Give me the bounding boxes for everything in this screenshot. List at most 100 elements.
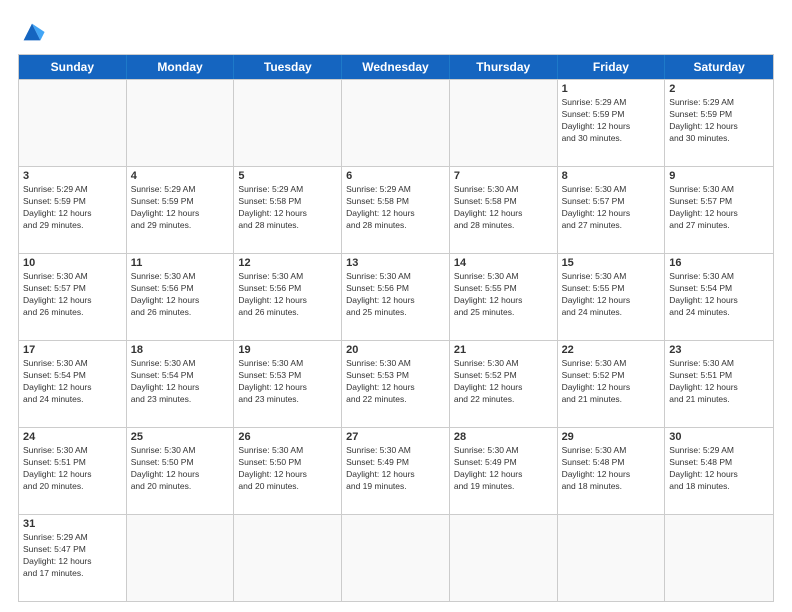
day-info: Sunrise: 5:30 AM Sunset: 5:52 PM Dayligh…: [454, 358, 553, 406]
day-number: 27: [346, 431, 445, 443]
calendar-row-4: 24 Sunrise: 5:30 AM Sunset: 5:51 PM Dayli…: [19, 427, 773, 514]
day-number: 29: [562, 431, 661, 443]
day-number: 15: [562, 257, 661, 269]
weekday-header-saturday: Saturday: [665, 55, 773, 79]
header: [18, 18, 774, 46]
page: SundayMondayTuesdayWednesdayThursdayFrid…: [0, 0, 792, 612]
logo: [18, 18, 50, 46]
day-info: Sunrise: 5:30 AM Sunset: 5:51 PM Dayligh…: [669, 358, 769, 406]
day-number: 7: [454, 170, 553, 182]
calendar-cell-empty: [558, 515, 666, 601]
calendar-row-5: 31Sunrise: 5:29 AM Sunset: 5:47 PM Dayli…: [19, 514, 773, 601]
day-info: Sunrise: 5:30 AM Sunset: 5:53 PM Dayligh…: [346, 358, 445, 406]
calendar-cell-day-9: 9 Sunrise: 5:30 AM Sunset: 5:57 PM Daylig…: [665, 167, 773, 253]
calendar-cell-empty: [19, 80, 127, 166]
calendar-cell-day-29: 29Sunrise: 5:30 AM Sunset: 5:48 PM Dayli…: [558, 428, 666, 514]
calendar-row-1: 3Sunrise: 5:29 AM Sunset: 5:59 PM Daylig…: [19, 166, 773, 253]
day-number: 17: [23, 344, 122, 356]
calendar-cell-day-16: 16Sunrise: 5:30 AM Sunset: 5:54 PM Dayli…: [665, 254, 773, 340]
day-number: 13: [346, 257, 445, 269]
calendar-cell-empty: [127, 515, 235, 601]
day-number: 11: [131, 257, 230, 269]
calendar-cell-day-3: 3Sunrise: 5:29 AM Sunset: 5:59 PM Daylig…: [19, 167, 127, 253]
calendar-cell-empty: [342, 515, 450, 601]
day-number: 6: [346, 170, 445, 182]
day-info: Sunrise: 5:30 AM Sunset: 5:52 PM Dayligh…: [562, 358, 661, 406]
day-number: 14: [454, 257, 553, 269]
day-info: Sunrise: 5:30 AM Sunset: 5:53 PM Dayligh…: [238, 358, 337, 406]
day-number: 4: [131, 170, 230, 182]
calendar-cell-day-11: 11 Sunrise: 5:30 AM Sunset: 5:56 PM Dayli…: [127, 254, 235, 340]
day-info: Sunrise: 5:29 AM Sunset: 5:48 PM Dayligh…: [669, 445, 769, 493]
day-info: Sunrise: 5:30 AM Sunset: 5:56 PM Dayligh…: [238, 271, 337, 319]
day-number: 21: [454, 344, 553, 356]
day-info: Sunrise: 5:30 AM Sunset: 5:56 PM Dayligh…: [346, 271, 445, 319]
day-info: Sunrise: 5:30 AM Sunset: 5:49 PM Dayligh…: [346, 445, 445, 493]
weekday-header-sunday: Sunday: [19, 55, 127, 79]
day-info: Sunrise: 5:30 AM Sunset: 5:55 PM Dayligh…: [454, 271, 553, 319]
calendar-cell-day-21: 21 Sunrise: 5:30 AM Sunset: 5:52 PM Dayli…: [450, 341, 558, 427]
day-info: Sunrise: 5:29 AM Sunset: 5:58 PM Dayligh…: [238, 184, 337, 232]
day-number: 18: [131, 344, 230, 356]
calendar-cell-day-30: 30 Sunrise: 5:29 AM Sunset: 5:48 PM Dayli…: [665, 428, 773, 514]
calendar-cell-day-12: 12 Sunrise: 5:30 AM Sunset: 5:56 PM Dayli…: [234, 254, 342, 340]
day-number: 23: [669, 344, 769, 356]
calendar-cell-day-10: 10Sunrise: 5:30 AM Sunset: 5:57 PM Dayli…: [19, 254, 127, 340]
calendar-cell-day-25: 25Sunrise: 5:30 AM Sunset: 5:50 PM Dayli…: [127, 428, 235, 514]
calendar-cell-day-13: 13 Sunrise: 5:30 AM Sunset: 5:56 PM Dayli…: [342, 254, 450, 340]
day-info: Sunrise: 5:30 AM Sunset: 5:57 PM Dayligh…: [23, 271, 122, 319]
calendar-cell-day-23: 23 Sunrise: 5:30 AM Sunset: 5:51 PM Dayli…: [665, 341, 773, 427]
calendar-header: SundayMondayTuesdayWednesdayThursdayFrid…: [19, 55, 773, 79]
calendar-cell-empty: [450, 515, 558, 601]
day-number: 22: [562, 344, 661, 356]
day-info: Sunrise: 5:30 AM Sunset: 5:57 PM Dayligh…: [669, 184, 769, 232]
calendar-body: 1 Sunrise: 5:29 AM Sunset: 5:59 PM Daylig…: [19, 79, 773, 601]
day-info: Sunrise: 5:29 AM Sunset: 5:59 PM Dayligh…: [562, 97, 661, 145]
day-info: Sunrise: 5:30 AM Sunset: 5:54 PM Dayligh…: [23, 358, 122, 406]
day-number: 19: [238, 344, 337, 356]
day-info: Sunrise: 5:30 AM Sunset: 5:54 PM Dayligh…: [669, 271, 769, 319]
day-number: 9: [669, 170, 769, 182]
day-info: Sunrise: 5:30 AM Sunset: 5:55 PM Dayligh…: [562, 271, 661, 319]
calendar-cell-day-31: 31Sunrise: 5:29 AM Sunset: 5:47 PM Dayli…: [19, 515, 127, 601]
day-number: 12: [238, 257, 337, 269]
calendar-cell-day-2: 2 Sunrise: 5:29 AM Sunset: 5:59 PM Daylig…: [665, 80, 773, 166]
calendar-row-2: 10Sunrise: 5:30 AM Sunset: 5:57 PM Dayli…: [19, 253, 773, 340]
calendar-cell-day-28: 28Sunrise: 5:30 AM Sunset: 5:49 PM Dayli…: [450, 428, 558, 514]
day-info: Sunrise: 5:30 AM Sunset: 5:49 PM Dayligh…: [454, 445, 553, 493]
day-number: 20: [346, 344, 445, 356]
calendar-cell-empty: [665, 515, 773, 601]
day-info: Sunrise: 5:30 AM Sunset: 5:51 PM Dayligh…: [23, 445, 122, 493]
calendar-cell-empty: [450, 80, 558, 166]
weekday-header-monday: Monday: [127, 55, 235, 79]
calendar-cell-day-22: 22 Sunrise: 5:30 AM Sunset: 5:52 PM Dayli…: [558, 341, 666, 427]
calendar-cell-day-24: 24 Sunrise: 5:30 AM Sunset: 5:51 PM Dayli…: [19, 428, 127, 514]
calendar-cell-day-14: 14 Sunrise: 5:30 AM Sunset: 5:55 PM Dayli…: [450, 254, 558, 340]
calendar: SundayMondayTuesdayWednesdayThursdayFrid…: [18, 54, 774, 602]
weekday-header-friday: Friday: [558, 55, 666, 79]
calendar-cell-day-6: 6Sunrise: 5:29 AM Sunset: 5:58 PM Daylig…: [342, 167, 450, 253]
calendar-cell-day-8: 8Sunrise: 5:30 AM Sunset: 5:57 PM Daylig…: [558, 167, 666, 253]
day-number: 26: [238, 431, 337, 443]
day-number: 1: [562, 83, 661, 95]
calendar-cell-empty: [234, 80, 342, 166]
calendar-cell-day-7: 7Sunrise: 5:30 AM Sunset: 5:58 PM Daylig…: [450, 167, 558, 253]
day-info: Sunrise: 5:29 AM Sunset: 5:59 PM Dayligh…: [669, 97, 769, 145]
calendar-cell-empty: [342, 80, 450, 166]
day-number: 30: [669, 431, 769, 443]
calendar-cell-day-1: 1 Sunrise: 5:29 AM Sunset: 5:59 PM Daylig…: [558, 80, 666, 166]
day-info: Sunrise: 5:30 AM Sunset: 5:50 PM Dayligh…: [238, 445, 337, 493]
day-number: 2: [669, 83, 769, 95]
day-info: Sunrise: 5:30 AM Sunset: 5:56 PM Dayligh…: [131, 271, 230, 319]
day-number: 25: [131, 431, 230, 443]
calendar-cell-day-17: 17 Sunrise: 5:30 AM Sunset: 5:54 PM Dayli…: [19, 341, 127, 427]
calendar-cell-day-19: 19 Sunrise: 5:30 AM Sunset: 5:53 PM Dayli…: [234, 341, 342, 427]
weekday-header-thursday: Thursday: [450, 55, 558, 79]
calendar-row-3: 17 Sunrise: 5:30 AM Sunset: 5:54 PM Dayli…: [19, 340, 773, 427]
day-number: 5: [238, 170, 337, 182]
calendar-cell-empty: [234, 515, 342, 601]
day-number: 24: [23, 431, 122, 443]
day-number: 8: [562, 170, 661, 182]
calendar-cell-day-5: 5 Sunrise: 5:29 AM Sunset: 5:58 PM Daylig…: [234, 167, 342, 253]
day-info: Sunrise: 5:29 AM Sunset: 5:59 PM Dayligh…: [131, 184, 230, 232]
